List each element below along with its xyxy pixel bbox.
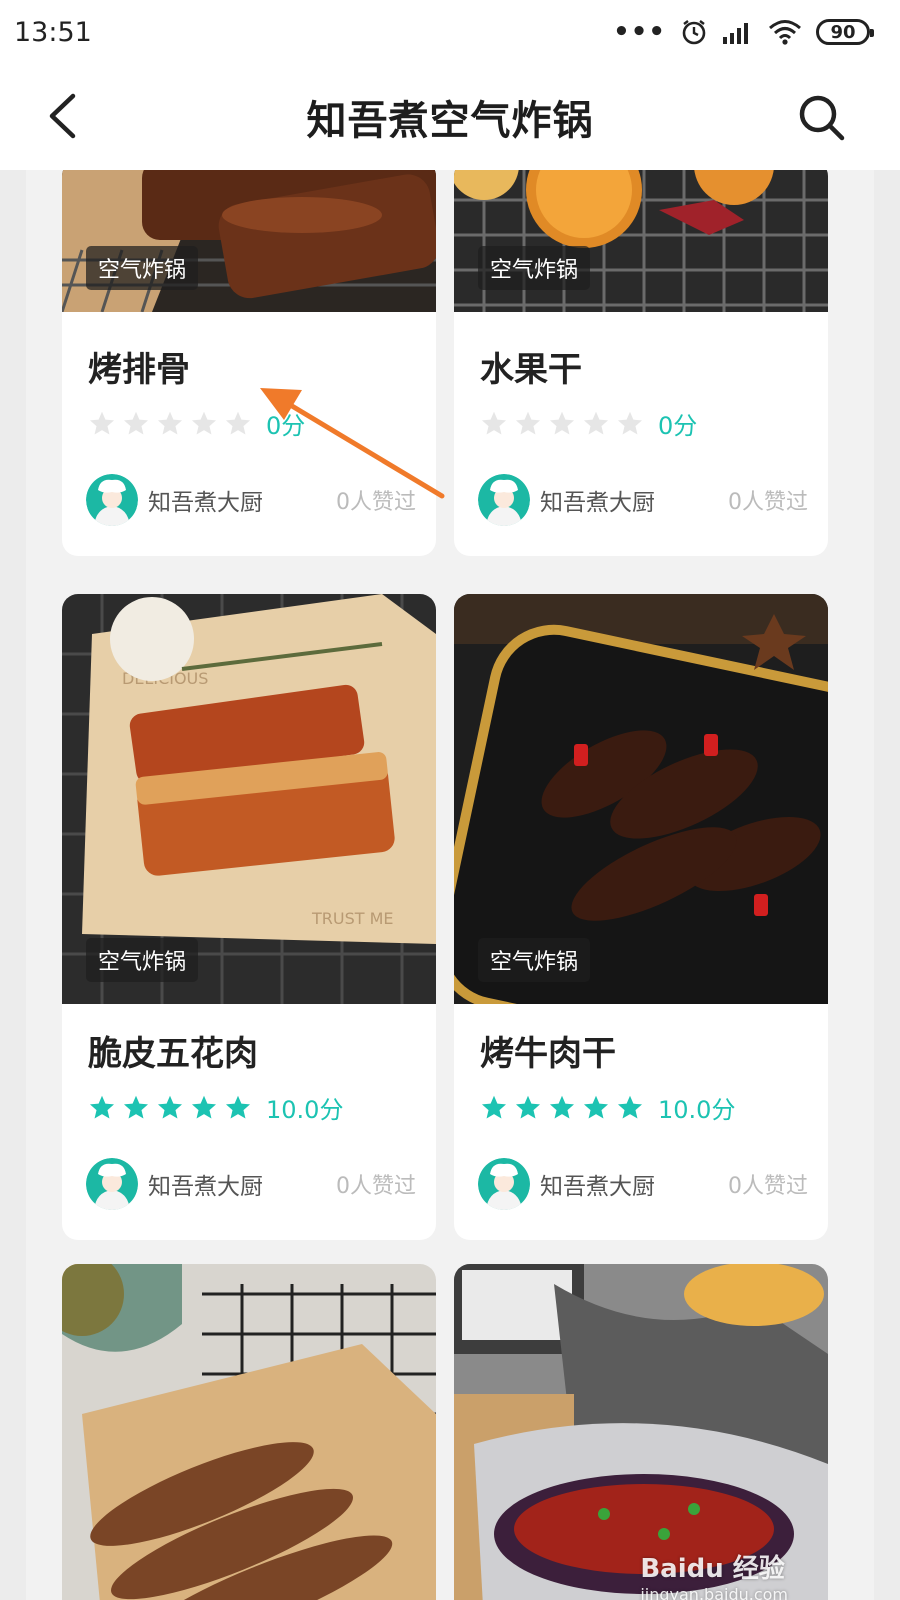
recipe-card[interactable]: 空气炸锅 烤排骨 0分 知吾煮大厨 0人赞过 <box>62 170 436 556</box>
recipe-title[interactable]: 烤排骨 <box>88 342 190 391</box>
star-icon <box>515 411 541 434</box>
author-row[interactable]: 知吾煮大厨 0人赞过 <box>86 1158 416 1210</box>
recipe-title[interactable]: 水果干 <box>480 342 582 391</box>
star-icon <box>515 1095 541 1118</box>
search-button[interactable] <box>792 88 852 148</box>
star-icon <box>123 411 149 434</box>
star-icon <box>549 411 575 434</box>
watermark-brand: Baidu 经验 <box>640 1554 785 1584</box>
rating-score: 10.0分 <box>658 1096 736 1124</box>
likes-count: 0人赞过 <box>336 1174 416 1199</box>
star-icon <box>549 1095 575 1118</box>
recipe-list[interactable]: 空气炸锅 烤排骨 0分 知吾煮大厨 0人赞过 空气炸锅 水果干 0分 知吾煮大厨… <box>26 170 874 1600</box>
rating-stars: 0分 <box>480 406 697 441</box>
watermark-url: jingyan.baidu.com <box>640 1585 788 1600</box>
status-bar: 13:51 ••• 90 <box>0 0 900 64</box>
svg-text:TRUST ME: TRUST ME <box>311 909 394 928</box>
rating-score: 0分 <box>266 412 306 440</box>
avatar[interactable] <box>478 1158 530 1210</box>
likes-count: 0人赞过 <box>728 490 808 515</box>
chef-avatar-icon <box>86 474 138 526</box>
signal-icon <box>723 23 748 44</box>
recipe-card[interactable]: 空气炸锅 烤牛肉干 10.0分 知吾煮大厨 0人赞过 <box>454 594 828 1240</box>
star-icon <box>191 1095 217 1118</box>
author-row[interactable]: 知吾煮大厨 0人赞过 <box>478 474 808 526</box>
star-icon <box>617 411 643 434</box>
likes-count: 0人赞过 <box>336 490 416 515</box>
recipe-card[interactable]: Baidu 经验 jingyan.baidu.com <box>454 1264 828 1600</box>
star-icon <box>481 1095 507 1118</box>
wifi-icon <box>769 20 801 45</box>
rating-stars: 0分 <box>88 406 305 441</box>
likes-count: 0人赞过 <box>728 1174 808 1199</box>
search-icon <box>799 95 845 141</box>
avatar[interactable] <box>86 1158 138 1210</box>
status-icons: ••• 90 <box>613 17 874 47</box>
author-row[interactable]: 知吾煮大厨 0人赞过 <box>478 1158 808 1210</box>
alarm-icon <box>682 20 706 45</box>
star-icon <box>225 1095 251 1118</box>
author-name[interactable]: 知吾煮大厨 <box>148 483 263 517</box>
rating-score: 10.0分 <box>266 1096 344 1124</box>
back-button[interactable] <box>34 88 90 144</box>
recipe-photo-skewers <box>62 1264 436 1600</box>
star-icon <box>583 411 609 434</box>
chef-avatar-icon <box>478 1158 530 1210</box>
category-tag: 空气炸锅 <box>478 246 591 290</box>
rating-score: 0分 <box>658 412 698 440</box>
recipe-card[interactable]: DELICIOUSTRUST ME 空气炸锅 脆皮五花肉 10.0分 知吾煮大厨… <box>62 594 436 1240</box>
category-tag: 空气炸锅 <box>86 938 199 982</box>
star-icon <box>89 411 115 434</box>
star-icon <box>481 411 507 434</box>
avatar[interactable] <box>86 474 138 526</box>
star-icon <box>225 411 251 434</box>
star-icon <box>583 1095 609 1118</box>
star-icon <box>157 1095 183 1118</box>
recipe-card[interactable]: 空气炸锅 水果干 0分 知吾煮大厨 0人赞过 <box>454 170 828 556</box>
rating-stars: 10.0分 <box>88 1090 343 1125</box>
star-icon <box>123 1095 149 1118</box>
recipe-photo-ribs <box>62 170 436 312</box>
author-name[interactable]: 知吾煮大厨 <box>540 483 655 517</box>
recipe-card[interactable] <box>62 1264 436 1600</box>
recipe-title[interactable]: 脆皮五花肉 <box>88 1026 258 1075</box>
category-tag: 空气炸锅 <box>478 938 591 982</box>
author-name[interactable]: 知吾煮大厨 <box>540 1167 655 1201</box>
star-icon <box>157 411 183 434</box>
more-dots-icon: ••• <box>613 17 666 47</box>
page-title: 知吾煮空气炸锅 <box>306 98 594 144</box>
star-icon <box>191 411 217 434</box>
battery-indicator: 90 <box>816 19 874 45</box>
author-name[interactable]: 知吾煮大厨 <box>148 1167 263 1201</box>
chef-avatar-icon <box>86 1158 138 1210</box>
avatar[interactable] <box>478 474 530 526</box>
watermark: Baidu 经验 jingyan.baidu.com <box>640 1548 788 1600</box>
status-time: 13:51 <box>14 16 92 48</box>
category-tag: 空气炸锅 <box>86 246 199 290</box>
author-row[interactable]: 知吾煮大厨 0人赞过 <box>86 474 416 526</box>
recipe-title[interactable]: 烤牛肉干 <box>480 1026 616 1075</box>
app-header: 知吾煮空气炸锅 <box>0 64 900 170</box>
rating-stars: 10.0分 <box>480 1090 735 1125</box>
recipe-photo-dried-fruit <box>454 170 828 312</box>
chevron-left-icon <box>49 93 76 139</box>
chef-avatar-icon <box>478 474 530 526</box>
star-icon <box>89 1095 115 1118</box>
star-icon <box>617 1095 643 1118</box>
